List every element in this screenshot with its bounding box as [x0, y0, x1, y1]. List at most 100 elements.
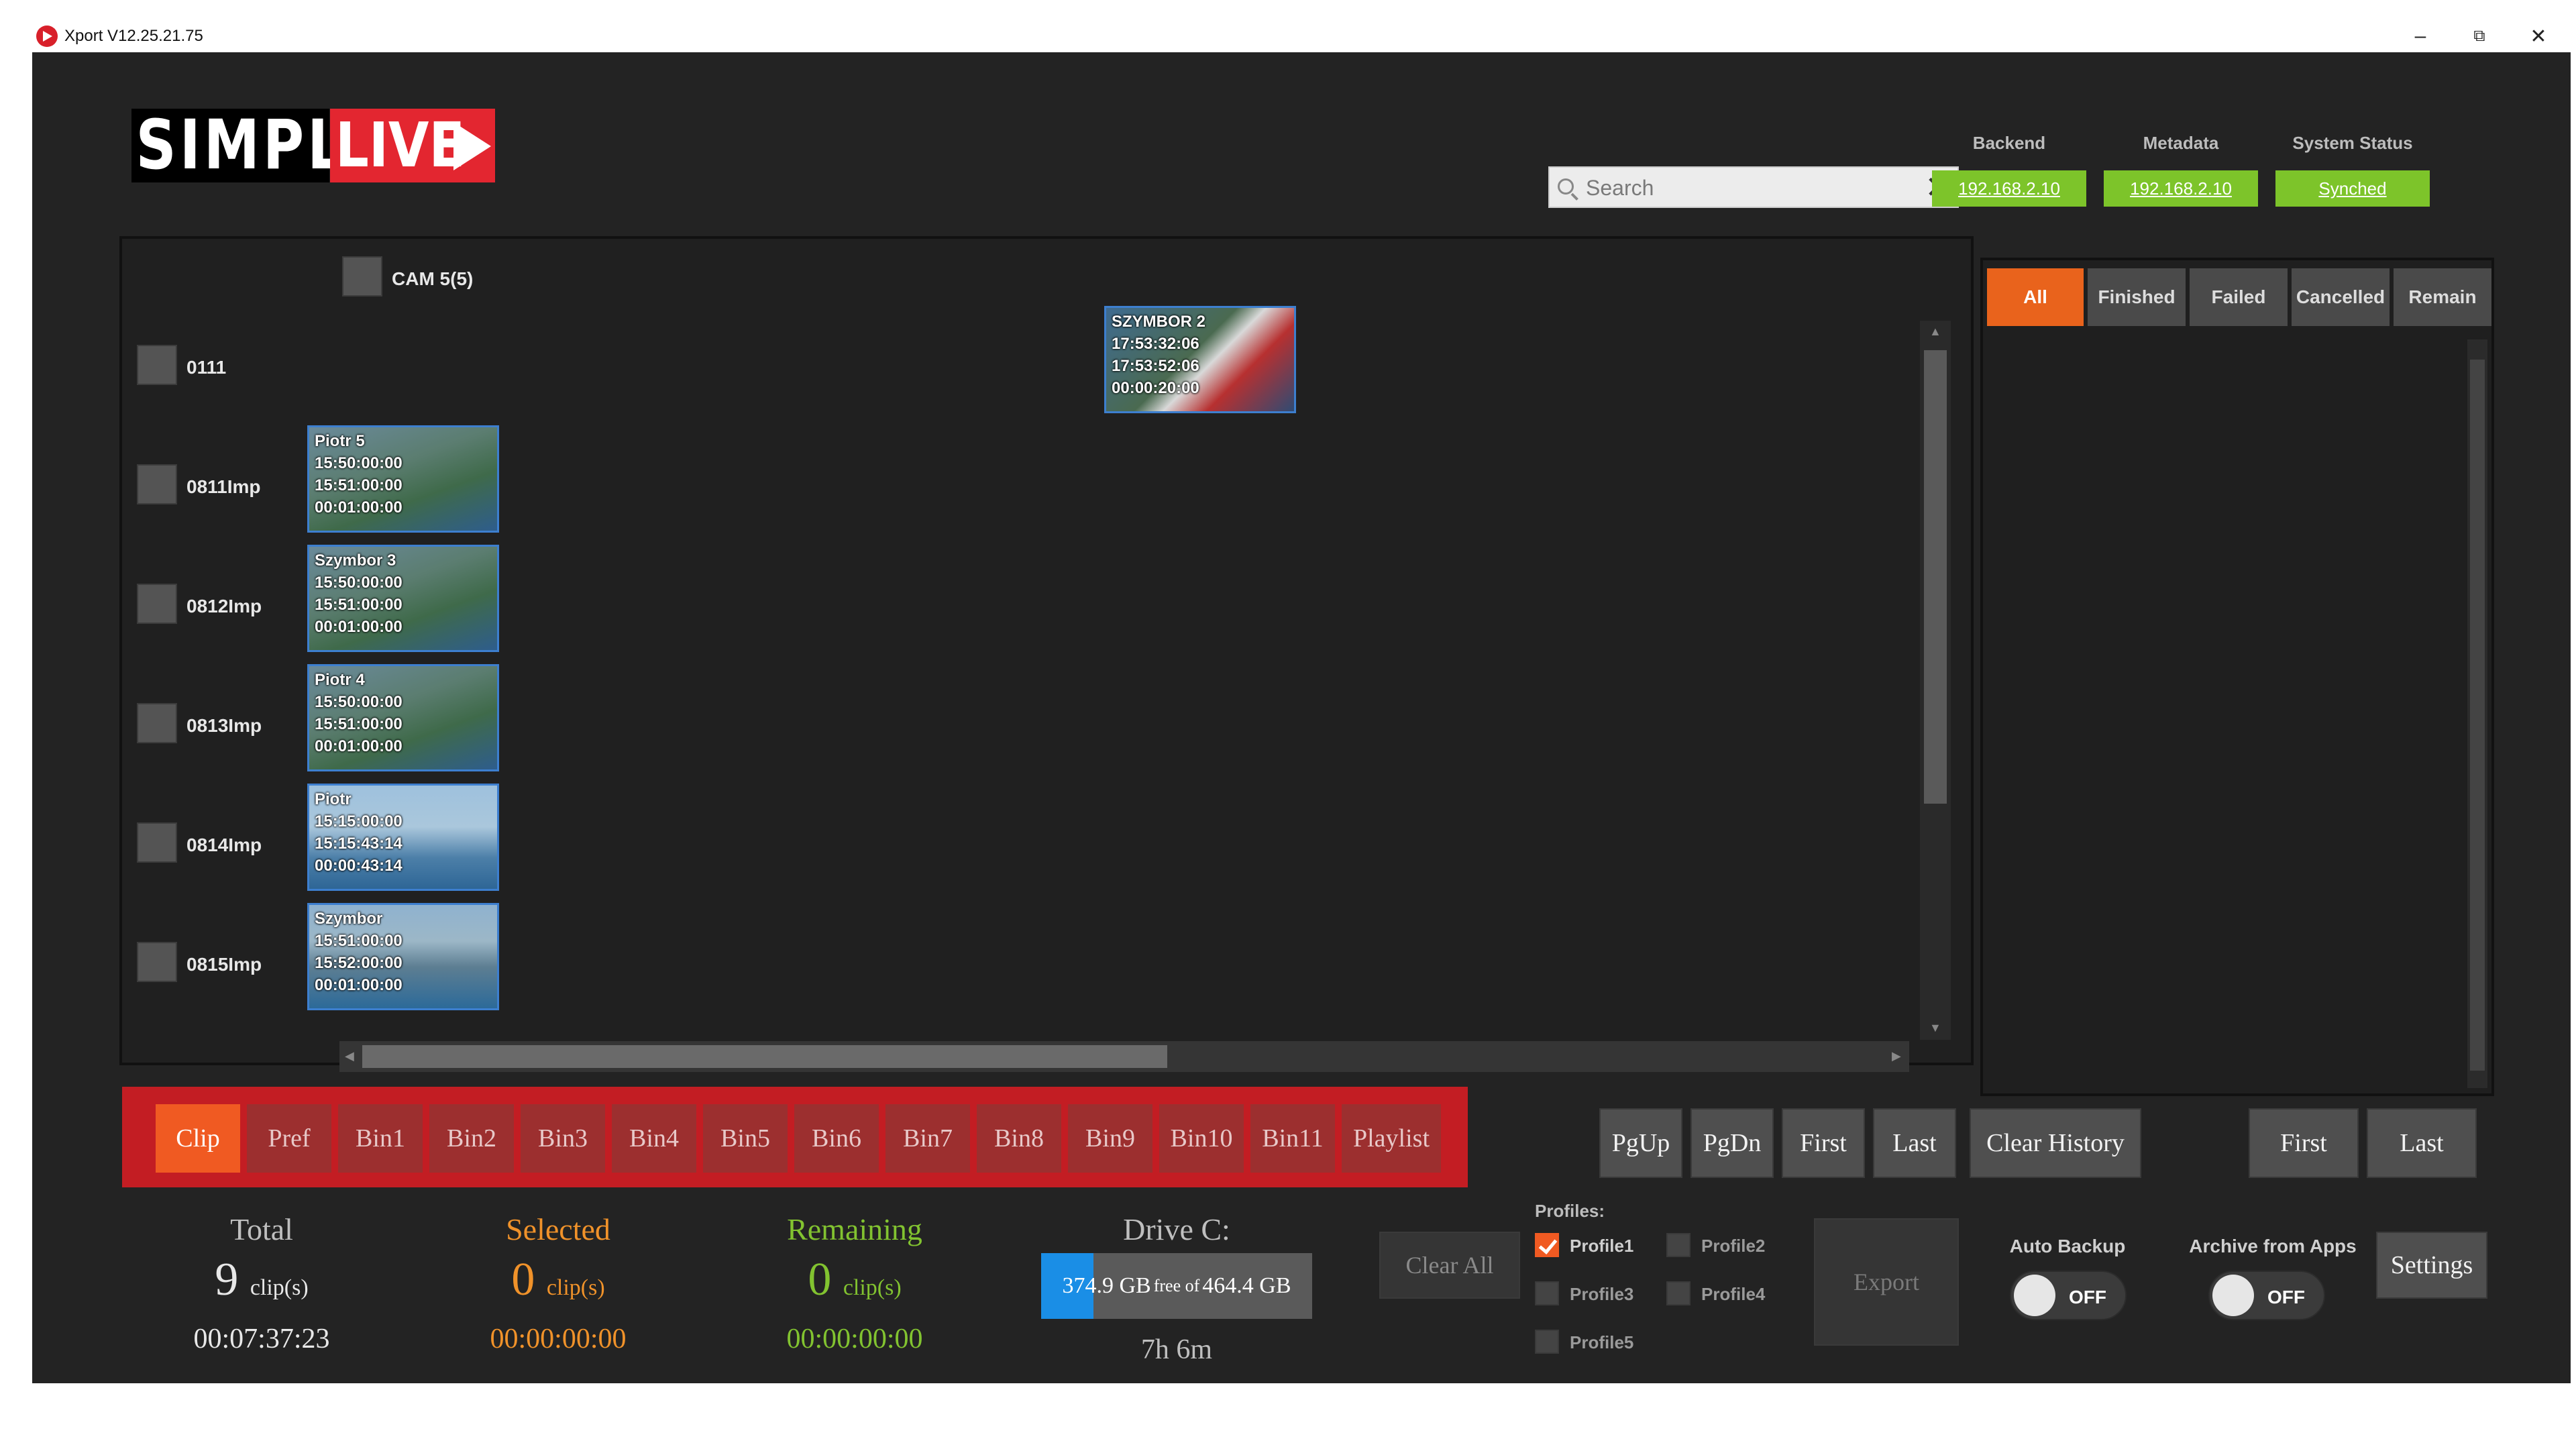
bin-11[interactable]: Bin11 — [1250, 1104, 1335, 1173]
column-checkbox-cam5[interactable] — [342, 256, 382, 297]
archive-from-apps-toggle[interactable]: OFF — [2208, 1271, 2325, 1320]
bin-9[interactable]: Bin9 — [1068, 1104, 1152, 1173]
clip-out-time: 15:51:00:00 — [315, 596, 402, 614]
profile2-checkbox[interactable] — [1666, 1233, 1690, 1257]
row-label: 0812Imp — [186, 596, 262, 616]
scroll-right-icon[interactable]: ▶ — [1892, 1049, 1901, 1063]
tab-cancelled[interactable]: Cancelled — [2292, 268, 2390, 326]
backend-status-badge[interactable]: 192.168.2.10 — [1932, 170, 2086, 207]
clip-vertical-scrollbar[interactable]: ▲ ▼ — [1920, 321, 1951, 1040]
auto-backup-toggle[interactable]: OFF — [2010, 1271, 2127, 1320]
scrollbar-thumb[interactable] — [2470, 360, 2485, 1071]
auto-backup-label: Auto Backup — [2009, 1236, 2126, 1256]
scroll-left-icon[interactable]: ◀ — [345, 1049, 354, 1063]
row-checkbox[interactable] — [137, 345, 177, 385]
clip-thumbnail[interactable]: Piotr 4 15:50:00:00 15:51:00:00 00:01:00… — [307, 664, 499, 771]
clip-thumbnail[interactable]: Szymbor 15:51:00:00 15:52:00:00 00:01:00… — [307, 903, 499, 1010]
tab-failed[interactable]: Failed — [2190, 268, 2288, 326]
profile3-checkbox[interactable] — [1535, 1281, 1559, 1305]
bin-7[interactable]: Bin7 — [885, 1104, 970, 1173]
row-label: 0111 — [186, 357, 227, 378]
drive-usage-text: 374.9 GB free of 464.4 GB — [1041, 1253, 1312, 1319]
archive-from-apps-label: Archive from Apps — [2189, 1236, 2357, 1256]
clip-info: Szymbor 3 15:50:00:00 15:51:00:00 00:01:… — [315, 549, 402, 638]
logo-live-text: LIVE — [335, 109, 465, 181]
clip-name: Piotr 5 — [315, 432, 365, 450]
clip-thumbnail[interactable]: Piotr 5 15:50:00:00 15:51:00:00 00:01:00… — [307, 425, 499, 533]
tab-finished[interactable]: Finished — [2088, 268, 2186, 326]
remaining-label: Remaining — [787, 1212, 922, 1246]
bin-playlist[interactable]: Playlist — [1342, 1104, 1441, 1173]
bin-clip[interactable]: Clip — [156, 1104, 240, 1173]
clear-history-button[interactable]: Clear History — [1970, 1108, 2141, 1178]
profile5-label: Profile5 — [1570, 1332, 1634, 1352]
row-checkbox[interactable] — [137, 703, 177, 743]
profile4-checkbox[interactable] — [1666, 1281, 1690, 1305]
toggle-knob — [2014, 1275, 2055, 1316]
total-count: 9 clip(s) — [154, 1253, 369, 1307]
toggle-knob — [2212, 1275, 2254, 1316]
selected-count-value: 0 — [511, 1254, 535, 1305]
clip-in-time: 17:53:32:06 — [1112, 335, 1199, 353]
bin-3[interactable]: Bin3 — [521, 1104, 605, 1173]
clip-in-time: 15:50:00:00 — [315, 574, 402, 592]
bin-10[interactable]: Bin10 — [1159, 1104, 1244, 1173]
clip-thumbnail[interactable]: SZYMBOR 2 17:53:32:06 17:53:52:06 00:00:… — [1104, 306, 1296, 413]
row-checkbox[interactable] — [137, 942, 177, 982]
export-button[interactable]: Export — [1814, 1218, 1959, 1346]
clip-in-time: 15:15:00:00 — [315, 812, 402, 830]
system-status-badge[interactable]: Synched — [2275, 170, 2430, 207]
close-button[interactable]: ✕ — [2512, 20, 2565, 52]
bin-2[interactable]: Bin2 — [429, 1104, 514, 1173]
remaining-count-unit: clip(s) — [843, 1275, 902, 1300]
profile2-label: Profile2 — [1701, 1236, 1766, 1256]
profile4-label: Profile4 — [1701, 1284, 1766, 1304]
remaining-count-value: 0 — [808, 1254, 832, 1305]
minimize-button[interactable]: – — [2394, 20, 2447, 52]
clip-duration: 00:01:00:00 — [315, 618, 402, 636]
scroll-up-icon[interactable]: ▲ — [1929, 325, 1941, 339]
bin-8[interactable]: Bin8 — [977, 1104, 1061, 1173]
page-up-button[interactable]: PgUp — [1599, 1108, 1682, 1178]
scrollbar-thumb[interactable] — [1924, 350, 1947, 804]
total-label: Total — [230, 1212, 293, 1246]
settings-button[interactable]: Settings — [2376, 1232, 2487, 1299]
selected-count-unit: clip(s) — [546, 1275, 605, 1300]
first-button[interactable]: First — [1782, 1108, 1865, 1178]
selected-time: 00:00:00:00 — [490, 1324, 627, 1354]
clip-thumbnail[interactable]: Szymbor 3 15:50:00:00 15:51:00:00 00:01:… — [307, 545, 499, 652]
history-scrollbar[interactable] — [2467, 339, 2487, 1088]
search-icon — [1558, 178, 1574, 195]
history-first-button[interactable]: First — [2249, 1108, 2359, 1178]
tab-remain[interactable]: Remain — [2394, 268, 2491, 326]
bin-1[interactable]: Bin1 — [338, 1104, 423, 1173]
drive-free: 374.9 GB — [1062, 1273, 1151, 1298]
row-checkbox[interactable] — [137, 822, 177, 863]
bin-4[interactable]: Bin4 — [612, 1104, 696, 1173]
scroll-down-icon[interactable]: ▼ — [1929, 1021, 1941, 1035]
bin-pref[interactable]: Pref — [247, 1104, 331, 1173]
profile1-checkbox[interactable] — [1535, 1233, 1559, 1257]
profile5-checkbox[interactable] — [1535, 1330, 1559, 1354]
search-input[interactable] — [1585, 174, 1907, 201]
metadata-status-badge[interactable]: 192.168.2.10 — [2104, 170, 2258, 207]
row-checkbox[interactable] — [137, 464, 177, 504]
clip-out-time: 15:51:00:00 — [315, 715, 402, 733]
clip-thumbnail[interactable]: Piotr 15:15:00:00 15:15:43:14 00:00:43:1… — [307, 784, 499, 891]
clear-all-button[interactable]: Clear All — [1379, 1232, 1520, 1299]
row-checkbox[interactable] — [137, 584, 177, 624]
clip-info: SZYMBOR 2 17:53:32:06 17:53:52:06 00:00:… — [1112, 311, 1205, 399]
clip-horizontal-scrollbar[interactable]: ◀ ▶ — [339, 1041, 1909, 1072]
title-bar: Xport V12.25.21.75 – ⧉ ✕ — [32, 20, 2571, 52]
search-box[interactable]: ✕ — [1548, 166, 1959, 208]
scrollbar-thumb[interactable] — [362, 1045, 1167, 1068]
bin-5[interactable]: Bin5 — [703, 1104, 788, 1173]
bin-6[interactable]: Bin6 — [794, 1104, 879, 1173]
history-last-button[interactable]: Last — [2367, 1108, 2477, 1178]
tab-all[interactable]: All — [1987, 268, 2084, 326]
last-button[interactable]: Last — [1873, 1108, 1956, 1178]
maximize-button[interactable]: ⧉ — [2453, 20, 2506, 52]
page-down-button[interactable]: PgDn — [1690, 1108, 1774, 1178]
play-arrow-icon — [453, 122, 491, 170]
remaining-count: 0 clip(s) — [747, 1253, 962, 1307]
